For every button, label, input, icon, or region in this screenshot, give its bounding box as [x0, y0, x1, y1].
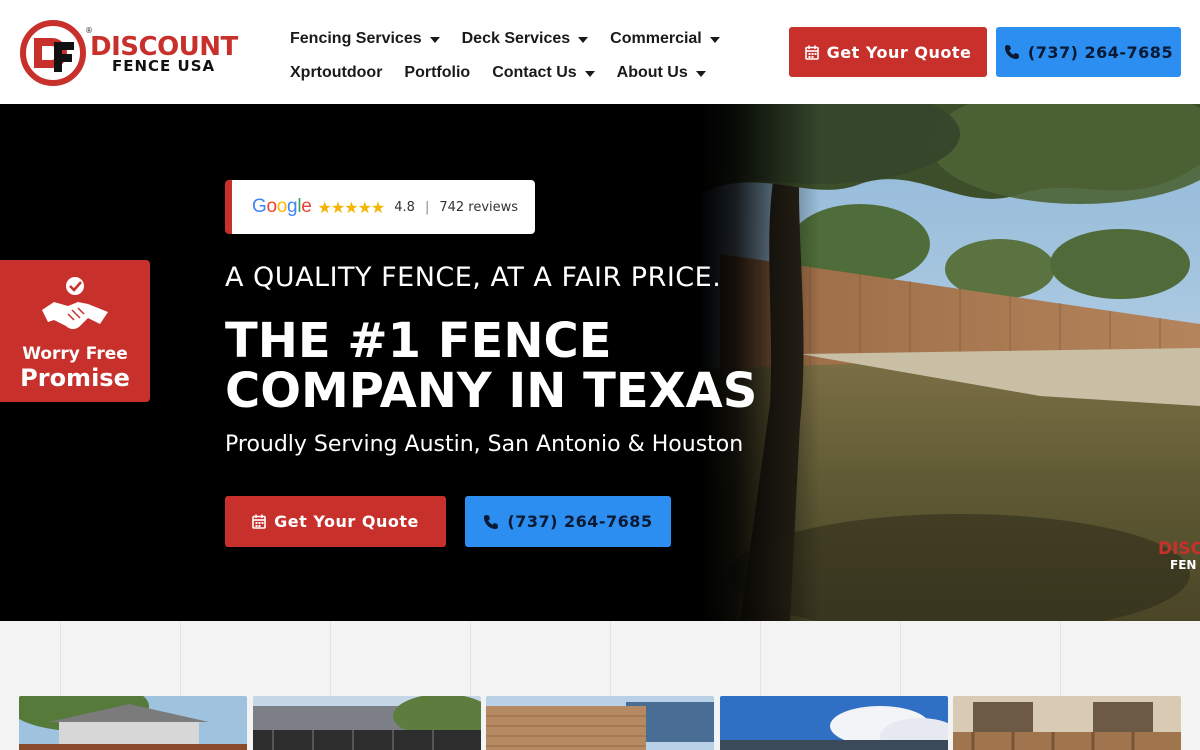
- rating-score: 4.8: [394, 199, 415, 215]
- gallery-photo: [720, 696, 948, 750]
- calendar-icon: [804, 45, 819, 60]
- hero-phone-button[interactable]: (737) 264-7685: [465, 496, 671, 547]
- logo-mark-icon: [20, 20, 86, 86]
- chevron-down-icon: [695, 71, 706, 77]
- registered-mark: ®: [85, 26, 93, 35]
- hero-headline-line-1: THE #1 FENCE: [225, 313, 612, 369]
- gallery-photo: [953, 696, 1181, 750]
- calendar-icon: [252, 514, 266, 529]
- gallery-photo: [253, 696, 481, 750]
- review-count: 742 reviews: [439, 199, 519, 215]
- gallery-thumbnail[interactable]: [19, 696, 247, 750]
- main-navigation: Fencing Services Deck Services Commercia…: [290, 22, 750, 90]
- hero-get-quote-label: Get Your Quote: [274, 512, 419, 531]
- nav-row-1: Fencing Services Deck Services Commercia…: [290, 22, 750, 56]
- logo[interactable]: DISCOUNT ® FENCE USA: [20, 20, 260, 86]
- header-get-quote-label: Get Your Quote: [826, 42, 972, 62]
- nav-item-about-us[interactable]: About Us: [617, 64, 706, 82]
- phone-icon: [484, 514, 499, 529]
- chevron-down-icon: [709, 37, 720, 43]
- nav-row-2: Xprtoutdoor Portfolio Contact Us About U…: [290, 56, 750, 90]
- chevron-down-icon: [429, 37, 440, 43]
- promise-line-2: Promise: [20, 364, 130, 392]
- chevron-down-icon: [584, 71, 595, 77]
- star-rating-icon: ★★★★★: [317, 197, 386, 217]
- worry-free-promise-badge[interactable]: Worry Free Promise: [0, 260, 150, 402]
- header-phone-label: (737) 264-7685: [1027, 42, 1174, 62]
- google-rating-badge[interactable]: Google ★★★★★ 4.8 | 742 reviews: [225, 180, 535, 234]
- nav-item-portfolio[interactable]: Portfolio: [404, 64, 470, 82]
- nav-label: Xprtoutdoor: [290, 64, 383, 81]
- google-logo: Google: [252, 196, 312, 217]
- hero-headline-line-2: COMPANY IN TEXAS: [225, 363, 758, 419]
- phone-icon: [1004, 45, 1019, 59]
- gallery-thumbnail[interactable]: [253, 696, 481, 750]
- nav-label: Deck Services: [461, 30, 571, 47]
- header-get-quote-button[interactable]: Get Your Quote: [789, 27, 987, 77]
- nav-item-commercial[interactable]: Commercial: [610, 30, 720, 48]
- rating-separator: |: [424, 199, 430, 215]
- nav-label: About Us: [616, 64, 688, 81]
- gallery-thumbnail[interactable]: [486, 696, 714, 750]
- promise-line-1: Worry Free: [22, 344, 128, 364]
- hero-service-areas: Proudly Serving Austin, San Antonio & Ho…: [225, 432, 744, 457]
- hero-phone-label: (737) 264-7685: [507, 512, 653, 531]
- logo-text-fence-usa: FENCE USA: [112, 57, 216, 75]
- hero-get-quote-button[interactable]: Get Your Quote: [225, 496, 446, 547]
- hero-tagline: A QUALITY FENCE, AT A FAIR PRICE.: [225, 262, 722, 293]
- site-header: DISCOUNT ® FENCE USA Fencing Services De…: [0, 0, 1200, 104]
- gallery-section: [0, 621, 1200, 750]
- nav-label: Contact Us: [492, 64, 577, 81]
- gallery-thumbnail[interactable]: [720, 696, 948, 750]
- gallery-photo: [19, 696, 247, 750]
- gallery-thumbnail[interactable]: [953, 696, 1181, 750]
- nav-item-fencing-services[interactable]: Fencing Services: [290, 30, 440, 48]
- watermark-text: DISC: [1158, 539, 1200, 559]
- chevron-down-icon: [578, 37, 589, 43]
- hero-headline: THE #1 FENCE COMPANY IN TEXAS: [225, 316, 757, 416]
- gallery-photo: [486, 696, 714, 750]
- header-phone-button[interactable]: (737) 264-7685: [996, 27, 1181, 77]
- nav-label: Commercial: [610, 30, 702, 47]
- nav-item-xprtoutdoor[interactable]: Xprtoutdoor: [290, 64, 382, 82]
- nav-label: Portfolio: [404, 64, 471, 81]
- handshake-icon: [42, 277, 108, 329]
- watermark-subtext: FEN: [1170, 558, 1196, 572]
- nav-item-contact-us[interactable]: Contact Us: [492, 64, 595, 82]
- nav-item-deck-services[interactable]: Deck Services: [462, 30, 589, 48]
- hero-section: DISC FEN Google ★★★★★ 4.8 | 742 reviews …: [0, 104, 1200, 621]
- nav-label: Fencing Services: [290, 30, 422, 47]
